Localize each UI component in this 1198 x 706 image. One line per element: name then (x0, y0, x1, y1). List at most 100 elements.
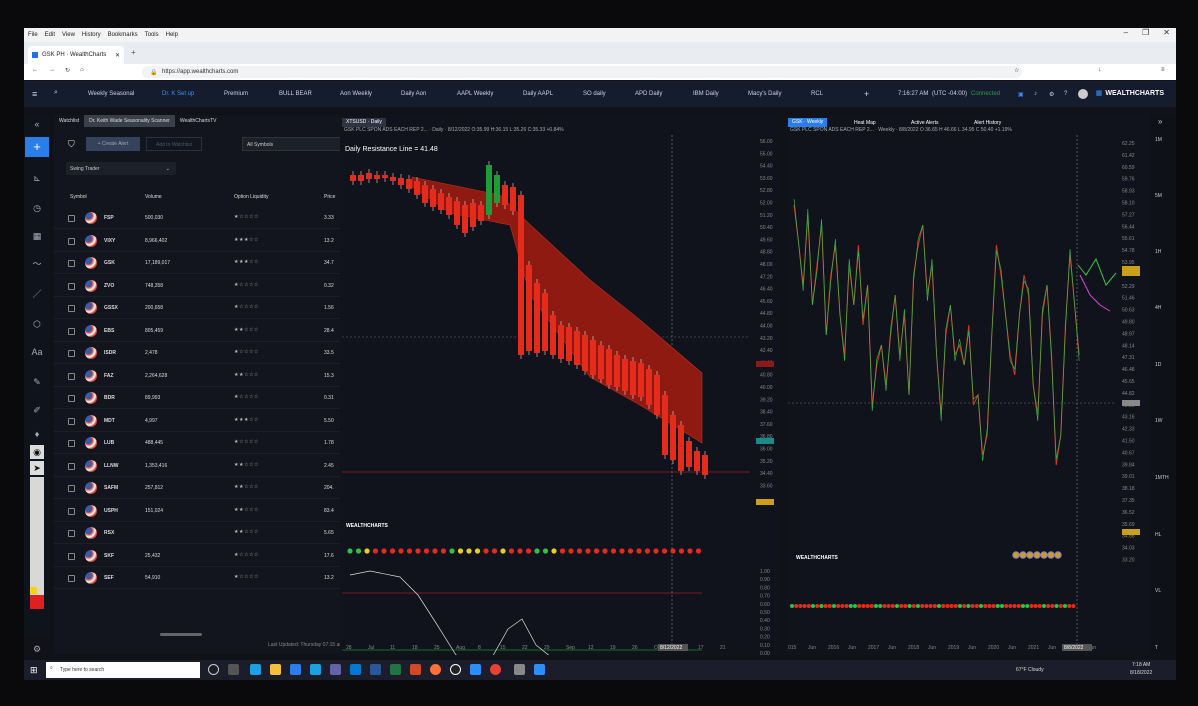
table-row[interactable]: EBS 805,459 ★★☆☆☆ 28.4 (54, 320, 360, 342)
mail-icon[interactable] (310, 664, 321, 675)
trend-icon[interactable]: 〜 (30, 257, 44, 271)
row-checkbox[interactable] (68, 282, 75, 290)
explorer-icon[interactable] (270, 664, 281, 675)
create-alert-button[interactable]: + Create Alert (86, 137, 140, 151)
tab-macys-daily[interactable]: Macy's Daily (748, 81, 781, 107)
home-icon[interactable]: ⌂ (80, 67, 84, 73)
table-row[interactable]: SKF 25,432 ★☆☆☆☆ 17.6 (54, 545, 360, 567)
row-checkbox[interactable] (68, 530, 75, 537)
tab-seasonality-scanner[interactable]: Dr. Keith Wade Seasonality Scanner (84, 115, 175, 127)
cortana-icon[interactable] (208, 664, 219, 675)
tf-5m[interactable]: 5M (1155, 193, 1162, 199)
tf-hl[interactable]: HL (1155, 532, 1161, 538)
menu-help[interactable]: Help (166, 32, 178, 38)
row-checkbox[interactable] (68, 237, 75, 245)
row-checkbox[interactable] (68, 395, 75, 402)
tf-vl[interactable]: VL (1155, 588, 1161, 594)
tab-premium[interactable]: Premium (224, 81, 248, 107)
color-yellow[interactable] (30, 587, 37, 594)
weather-status[interactable]: 67°F Cloudy (1016, 667, 1044, 673)
col-price[interactable]: Price (324, 194, 335, 200)
taskbar-search[interactable]: ⌕ Type here to search (46, 662, 200, 678)
row-checkbox[interactable] (68, 372, 75, 380)
col-symbol[interactable]: Symbol (70, 194, 87, 200)
powerpoint-icon[interactable] (410, 664, 421, 675)
menu-bookmarks[interactable]: Bookmarks (108, 32, 138, 38)
tab-aapl-weekly[interactable]: AAPL Weekly (457, 81, 493, 107)
expand-icon[interactable]: » (1158, 117, 1162, 126)
teams-icon[interactable] (330, 664, 341, 675)
daily-chart-panel[interactable]: XTSUSD · Daily GSK PLC SPON ADS EACH REP… (340, 115, 780, 655)
bell-icon[interactable]: ♪ (1034, 81, 1037, 107)
row-checkbox[interactable] (68, 507, 75, 515)
eye-icon[interactable]: ◉ (30, 445, 44, 459)
row-checkbox[interactable] (68, 575, 75, 582)
browser-tab[interactable]: GSK PH · WealthCharts ✕ (28, 46, 124, 64)
row-checkbox[interactable] (68, 260, 75, 267)
excel-icon[interactable] (390, 664, 401, 675)
text-tool-icon[interactable]: Aa (30, 345, 44, 359)
color-red[interactable] (30, 595, 44, 609)
taskbar-clock-time[interactable]: 7:18 AM (1132, 662, 1150, 668)
bookmark-star-icon[interactable]: ☆ (1014, 67, 1019, 74)
tab-watchlist[interactable]: Watchlist (54, 115, 84, 127)
row-checkbox[interactable] (68, 462, 75, 470)
hamburger-icon[interactable]: ≡ (32, 89, 37, 99)
table-row[interactable]: FAZ 2,264,628 ★★☆☆☆ 15.3 (54, 365, 360, 387)
shape-tool-icon[interactable]: ⬡ (30, 317, 44, 331)
task-view-icon[interactable] (228, 664, 239, 675)
table-row[interactable]: GSK 17,189,017 ★★★☆☆ 34.7 (54, 252, 360, 274)
store-icon[interactable] (290, 664, 301, 675)
menu-file[interactable]: File (28, 32, 38, 38)
row-checkbox[interactable] (68, 485, 75, 492)
brush-icon[interactable]: ✐ (30, 403, 44, 417)
calendar-icon[interactable]: ▦ (30, 229, 44, 243)
menu-tools[interactable]: Tools (145, 32, 159, 38)
weekly-price-chart[interactable]: 62.25 61.42 60.59 59.76 58.93 58.10 57.27 56.44… (786, 115, 1150, 655)
search-icon[interactable]: ⌕ (54, 89, 58, 97)
col-option-liquidity[interactable]: Option Liquidity (234, 194, 268, 200)
row-checkbox[interactable] (68, 305, 75, 312)
scrollbar[interactable] (160, 633, 202, 636)
tab-dr-k-set-up[interactable]: Dr. K Set up (162, 81, 194, 107)
table-row[interactable]: SAFM 257,812 ★★☆☆☆ 204. (54, 477, 360, 499)
close-icon[interactable]: ✕ (1163, 28, 1170, 37)
video-icon[interactable] (534, 664, 545, 675)
reload-icon[interactable]: ↻ (65, 67, 70, 74)
back-icon[interactable]: ← (32, 67, 38, 73)
clock-icon[interactable]: ◷ (30, 201, 44, 215)
menu-history[interactable]: History (82, 32, 101, 38)
collapse-icon[interactable]: « (30, 117, 44, 131)
menu-edit[interactable]: Edit (45, 32, 55, 38)
forward-icon[interactable]: → (49, 67, 55, 73)
pencil-icon[interactable]: ✎ (30, 375, 44, 389)
gear-icon[interactable]: ⚙ (1049, 81, 1054, 107)
row-checkbox[interactable] (68, 327, 75, 335)
tab-daily-aapl[interactable]: Daily AAPL (523, 81, 553, 107)
table-row[interactable]: GSSX 200,658 ★☆☆☆☆ 1.56 (54, 297, 360, 319)
table-row[interactable]: FSP 500,030 ★☆☆☆☆ 3.33 (54, 207, 360, 229)
downloads-icon[interactable]: ↓ (1098, 67, 1101, 73)
tf-1mth[interactable]: 1MTH (1155, 475, 1169, 481)
tab-rcl[interactable]: RCL (811, 81, 823, 107)
tf-1h[interactable]: 1H (1155, 249, 1161, 255)
settings-icon[interactable]: ⚙ (30, 642, 44, 656)
marker-icon[interactable]: ♦ (30, 427, 44, 441)
tab-bull-bear[interactable]: BULL BEAR (279, 81, 312, 107)
browser-menu-icon[interactable]: ≡ (1161, 67, 1165, 73)
new-tab-icon[interactable]: + (131, 48, 136, 57)
tf-1w[interactable]: 1W (1155, 418, 1163, 424)
table-row[interactable]: VIXY 8,966,402 ★★★☆☆ 13.2 (54, 230, 360, 252)
windows-start-icon[interactable]: ⊞ (30, 665, 38, 676)
tab-daily-aon[interactable]: Daily Aon (401, 81, 426, 107)
add-button[interactable]: + (25, 137, 49, 157)
chrome-icon[interactable] (490, 664, 501, 675)
firefox-icon[interactable] (430, 664, 441, 675)
menu-view[interactable]: View (62, 32, 75, 38)
avatar[interactable] (1078, 81, 1088, 107)
col-volume[interactable]: Volume (145, 194, 162, 200)
filter-icon[interactable]: ⛉ (68, 139, 75, 150)
tf-1m[interactable]: 1M (1155, 137, 1162, 143)
tab-weekly-seasonal[interactable]: Weekly Seasonal (88, 81, 134, 107)
strategy-dropdown[interactable]: Swing Trader ⌄ (66, 162, 176, 175)
